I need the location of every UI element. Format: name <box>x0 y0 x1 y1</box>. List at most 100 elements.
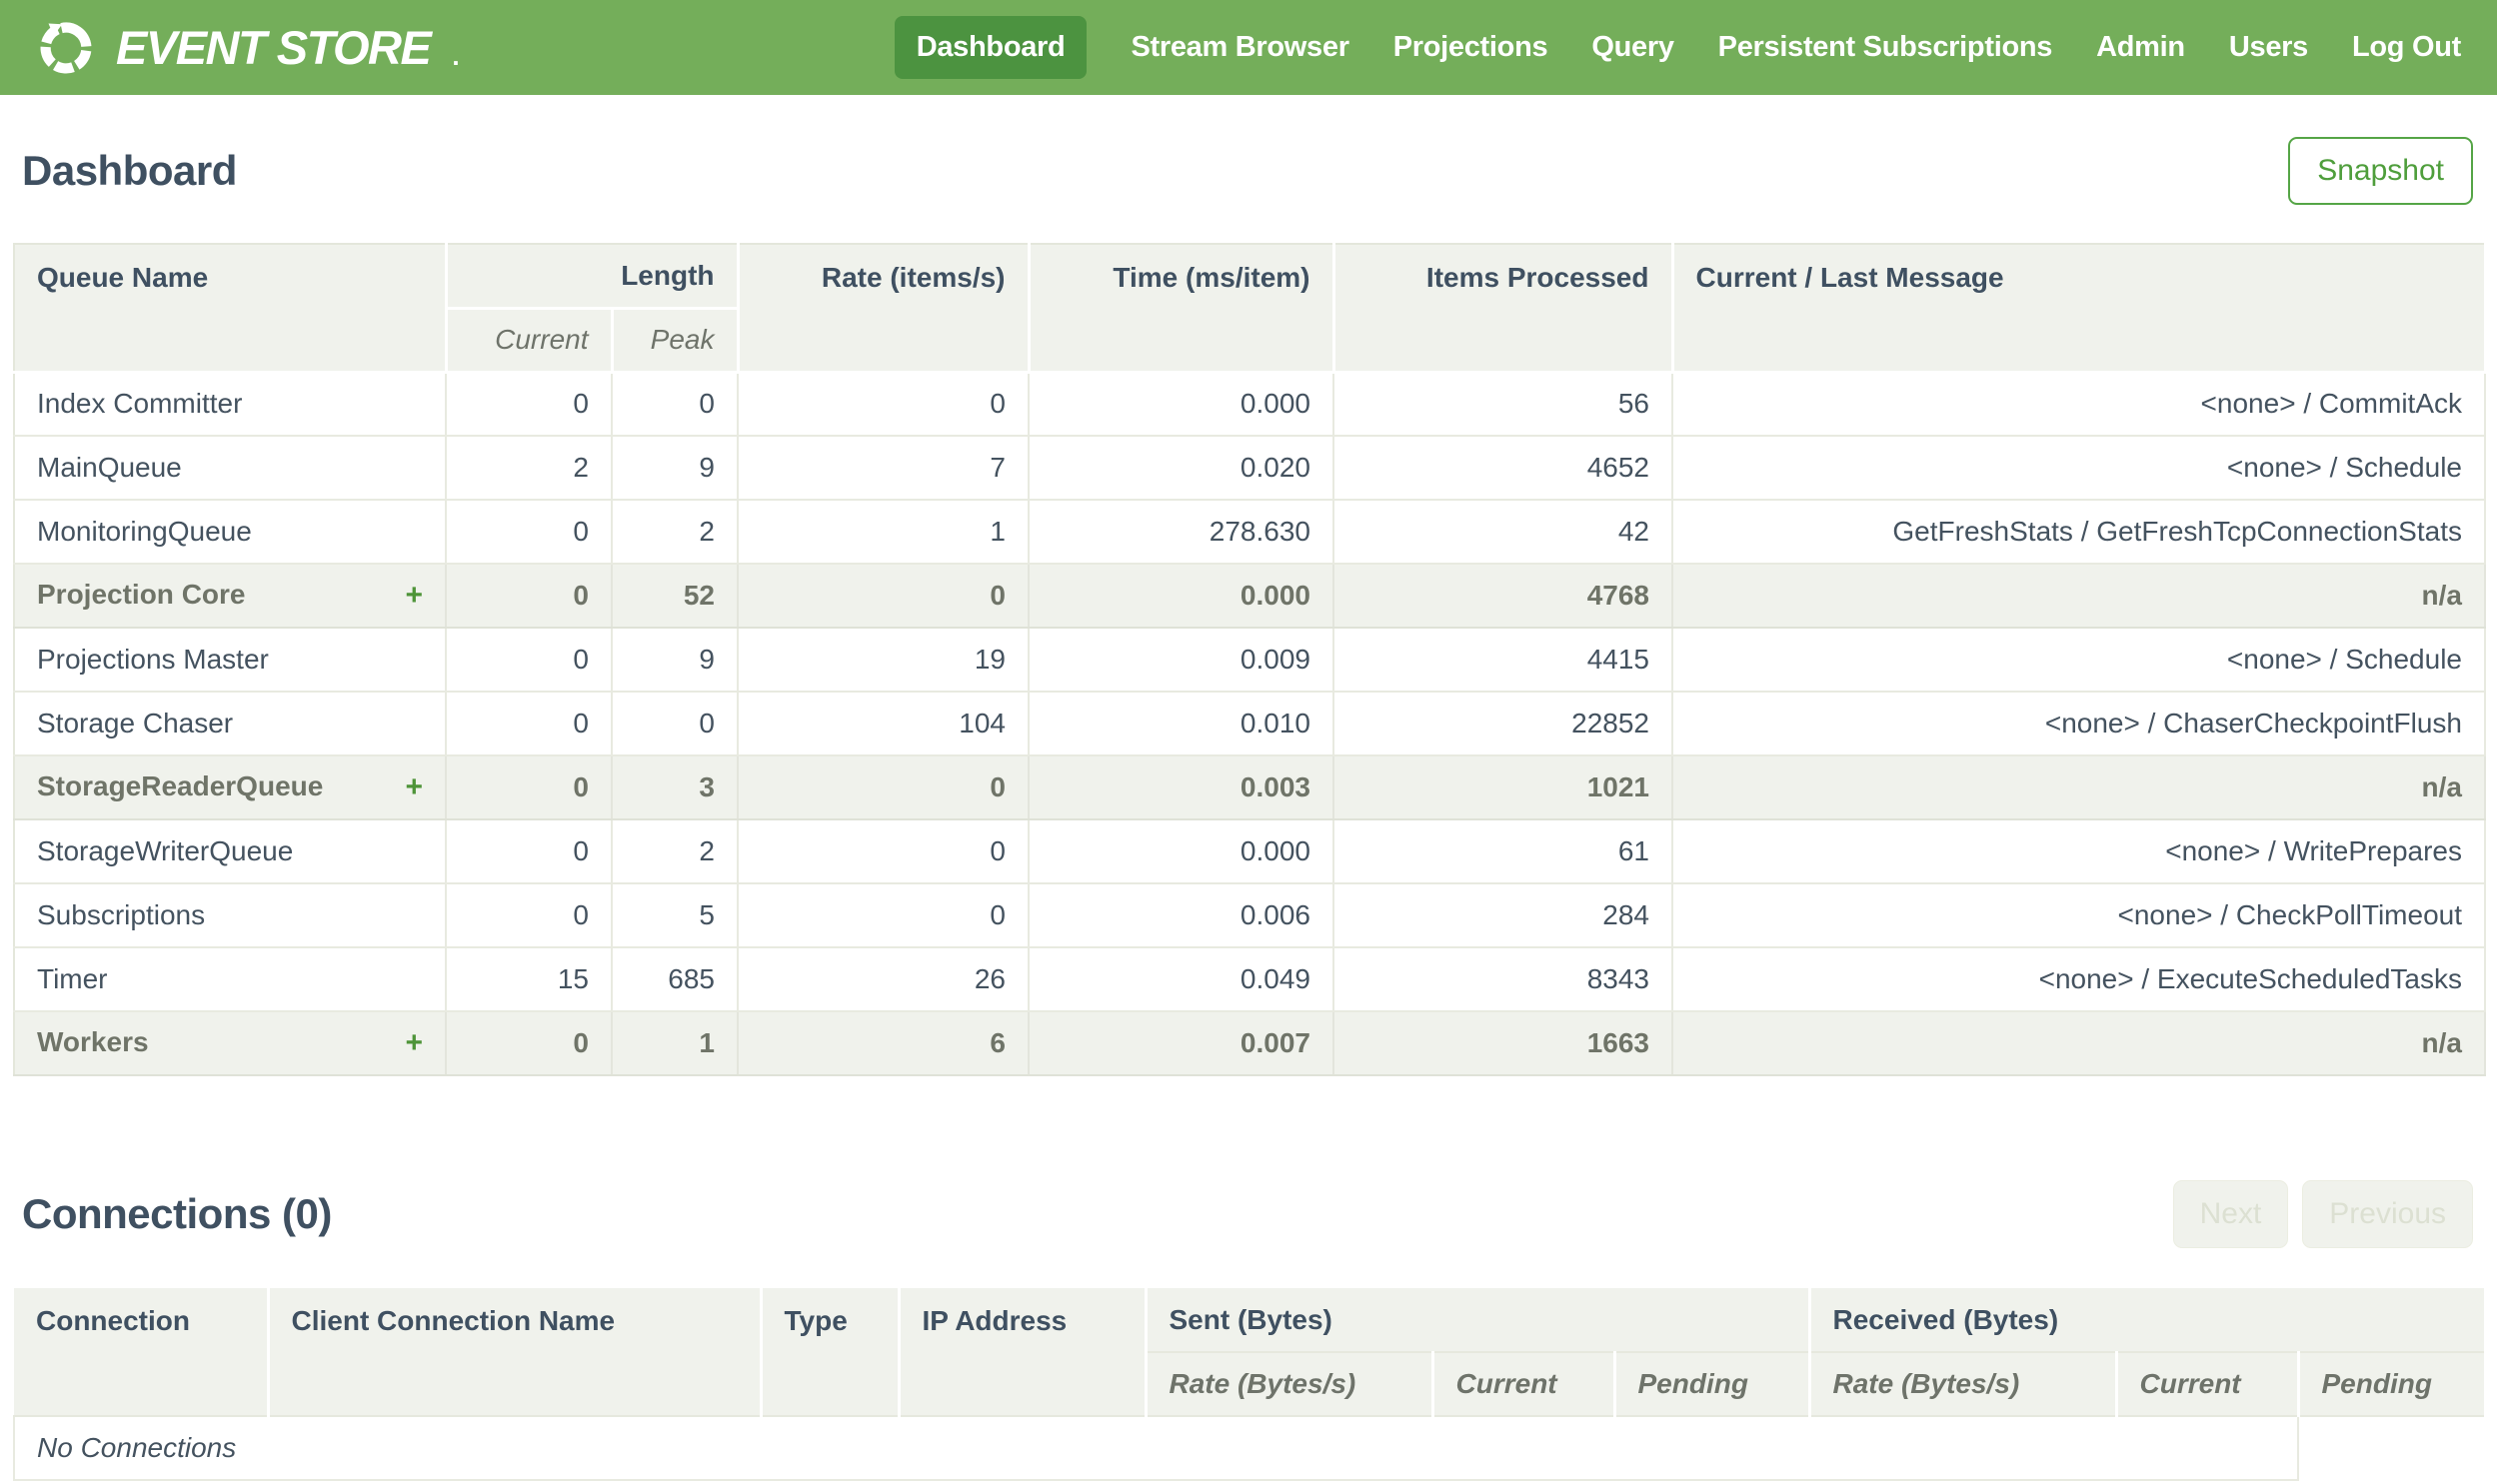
brand-trademark: . <box>452 40 460 71</box>
queue-time: 0.020 <box>1029 436 1334 501</box>
queue-rate: 6 <box>738 1011 1030 1076</box>
queue-name: Workers + <box>14 1011 447 1076</box>
table-row: MonitoringQueue 0 2 1 278.630 42 GetFres… <box>14 500 2486 565</box>
page-title: Dashboard <box>22 147 237 194</box>
col-header-received-current: Current <box>2116 1352 2300 1417</box>
queue-items-processed: 4652 <box>1333 436 1673 501</box>
queue-name: Projections Master <box>14 628 447 693</box>
top-nav: EVENT STORE . Dashboard Stream Browser P… <box>0 0 2497 95</box>
col-header-items-processed: Items Processed <box>1333 244 1674 374</box>
queue-rate: 0 <box>738 819 1030 884</box>
table-row: StorageWriterQueue 0 2 0 0.000 61 <none>… <box>14 819 2486 884</box>
queue-items-processed: 61 <box>1333 819 1673 884</box>
snapshot-button[interactable]: Snapshot <box>2288 137 2473 205</box>
queue-length-current: 0 <box>446 1011 613 1076</box>
queue-length-peak: 9 <box>612 436 739 501</box>
col-header-connection: Connection <box>14 1288 270 1417</box>
nav-item-users[interactable]: Users <box>2229 16 2308 79</box>
col-header-length-current: Current <box>446 308 614 374</box>
queue-rate: 0 <box>738 564 1030 629</box>
queue-name: Index Committer <box>14 372 447 437</box>
previous-button[interactable]: Previous <box>2302 1180 2473 1248</box>
queue-length-peak: 2 <box>612 819 739 884</box>
nav-item-dashboard[interactable]: Dashboard <box>894 16 1088 79</box>
connections-title: Connections (0) <box>22 1190 332 1237</box>
col-header-length-peak: Peak <box>612 308 740 374</box>
col-header-length: Length <box>446 244 740 310</box>
col-header-rate: Rate (items/s) <box>738 244 1031 374</box>
queue-message: <none> / CheckPollTimeout <box>1672 883 2486 948</box>
col-header-client-connection-name: Client Connection Name <box>268 1288 763 1417</box>
queue-length-peak: 52 <box>612 564 739 629</box>
queue-items-processed: 42 <box>1333 500 1673 565</box>
queue-message: <none> / CommitAck <box>1672 372 2486 437</box>
queue-time: 278.630 <box>1029 500 1334 565</box>
queue-items-processed: 56 <box>1333 372 1673 437</box>
queue-length-peak: 1 <box>612 1011 739 1076</box>
queue-name: Subscriptions <box>14 883 447 948</box>
nav-item-logout[interactable]: Log Out <box>2352 16 2461 79</box>
queue-length-peak: 0 <box>612 372 739 437</box>
queue-name: StorageReaderQueue + <box>14 755 447 820</box>
expand-icon[interactable]: + <box>405 579 423 613</box>
table-row: Index Committer 0 0 0 0.000 56 <none> / … <box>14 372 2486 437</box>
col-header-sent-rate: Rate (Bytes/s) <box>1146 1352 1434 1417</box>
queue-message: <none> / ExecuteScheduledTasks <box>1672 947 2486 1012</box>
expand-icon[interactable]: + <box>405 770 423 804</box>
queue-items-processed: 8343 <box>1333 947 1673 1012</box>
queue-name: StorageWriterQueue <box>14 819 447 884</box>
queue-length-peak: 9 <box>612 628 739 693</box>
queue-rate: 1 <box>738 500 1030 565</box>
queue-time: 0.003 <box>1029 755 1334 820</box>
queue-length-current: 15 <box>446 947 613 1012</box>
queue-length-current: 0 <box>446 755 613 820</box>
queue-items-processed: 22852 <box>1333 692 1673 756</box>
col-header-time: Time (ms/item) <box>1029 244 1335 374</box>
table-row: Subscriptions 0 5 0 0.006 284 <none> / C… <box>14 883 2486 948</box>
queue-message: <none> / WritePrepares <box>1672 819 2486 884</box>
dashboard-page: Dashboard Snapshot Queue Name Length Rat… <box>0 137 2497 1481</box>
queue-length-peak: 685 <box>612 947 739 1012</box>
queue-length-current: 0 <box>446 372 613 437</box>
table-row-expandable: Projection Core + 0 52 0 0.000 4768 n/a <box>14 564 2486 629</box>
expand-icon[interactable]: + <box>405 1026 423 1060</box>
queues-table: Queue Name Length Rate (items/s) Time (m… <box>13 243 2487 1076</box>
queue-rate: 7 <box>738 436 1030 501</box>
nav-item-stream-browser[interactable]: Stream Browser <box>1131 16 1349 79</box>
queue-group-name: Workers <box>37 1026 149 1057</box>
col-header-message: Current / Last Message <box>1672 244 2487 374</box>
table-row: Projections Master 0 9 19 0.009 4415 <no… <box>14 628 2486 693</box>
table-row-expandable: Workers + 0 1 6 0.007 1663 n/a <box>14 1011 2486 1076</box>
queue-rate: 0 <box>738 372 1030 437</box>
no-connections-row: No Connections <box>13 1416 2485 1481</box>
queue-length-current: 2 <box>446 436 613 501</box>
col-header-received-pending: Pending <box>2298 1352 2487 1417</box>
queue-time: 0.007 <box>1029 1011 1334 1076</box>
queue-time: 0.006 <box>1029 883 1334 948</box>
queue-length-current: 0 <box>446 819 613 884</box>
queue-name: Projection Core + <box>14 564 447 629</box>
table-row: Timer 15 685 26 0.049 8343 <none> / Exec… <box>14 947 2486 1012</box>
queue-items-processed: 4415 <box>1333 628 1673 693</box>
queue-items-processed: 1663 <box>1333 1011 1673 1076</box>
col-header-sent-current: Current <box>1432 1352 1616 1417</box>
nav-item-admin[interactable]: Admin <box>2096 16 2185 79</box>
queue-rate: 26 <box>738 947 1030 1012</box>
queue-message: n/a <box>1672 564 2486 629</box>
queue-message: n/a <box>1672 1011 2486 1076</box>
queue-time: 0.000 <box>1029 819 1334 884</box>
queue-name: MonitoringQueue <box>14 500 447 565</box>
nav-item-persistent-subscriptions[interactable]: Persistent Subscriptions <box>1718 16 2053 79</box>
next-button[interactable]: Next <box>2172 1180 2289 1248</box>
queue-length-current: 0 <box>446 883 613 948</box>
queue-length-peak: 3 <box>612 755 739 820</box>
queue-group-name: StorageReaderQueue <box>37 770 324 801</box>
nav-item-projections[interactable]: Projections <box>1393 16 1548 79</box>
nav-item-query[interactable]: Query <box>1591 16 1674 79</box>
table-row-expandable: StorageReaderQueue + 0 3 0 0.003 1021 n/… <box>14 755 2486 820</box>
brand-name: EVENT STORE <box>116 21 432 74</box>
connections-pager: Next Previous <box>2172 1180 2473 1248</box>
main-menu: Dashboard Stream Browser Projections Que… <box>894 16 2461 79</box>
queue-items-processed: 4768 <box>1333 564 1673 629</box>
queue-name: Timer <box>14 947 447 1012</box>
